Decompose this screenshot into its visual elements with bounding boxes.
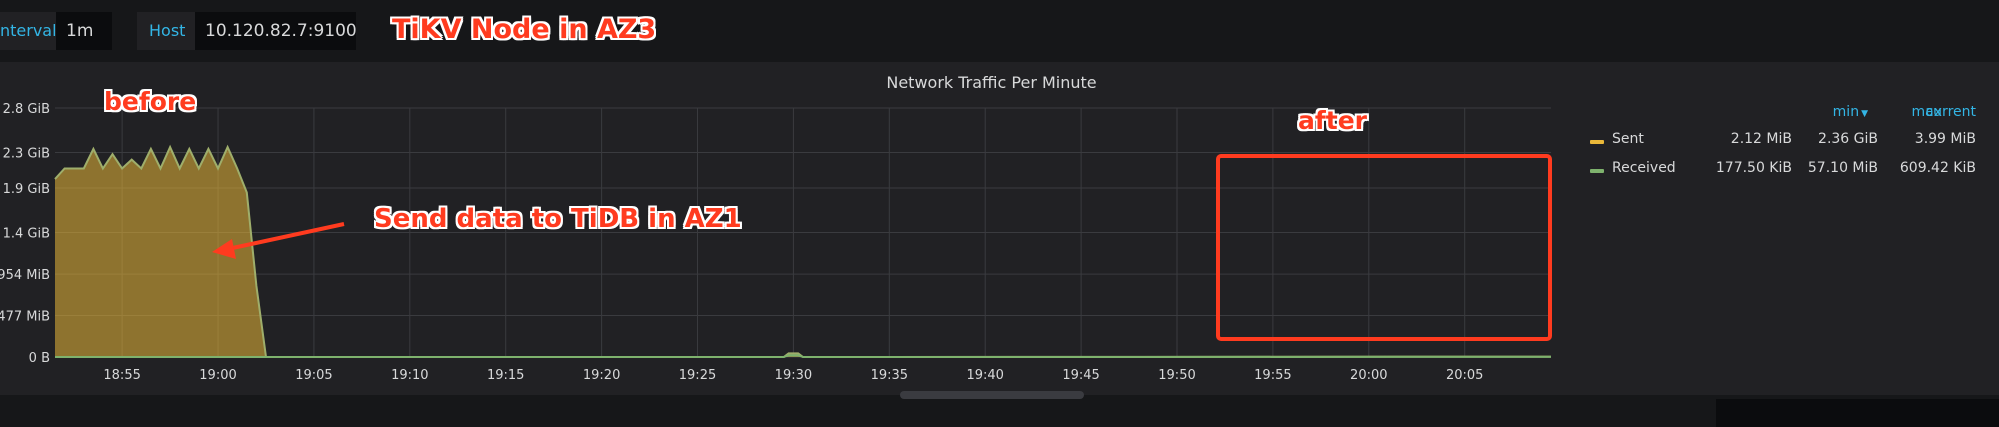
x-tick-label: 19:55 (1254, 368, 1291, 383)
interval-variable-select[interactable]: 1m▼ (56, 12, 112, 77)
y-tick-label: 954 MiB (0, 268, 50, 283)
bottom-strip (0, 399, 1999, 427)
y-tick-label: 1.9 GiB (3, 182, 50, 197)
legend-max-value: 57.10 MiB (1807, 160, 1878, 176)
x-tick-label: 19:00 (199, 368, 236, 383)
legend-row-sent[interactable]: Sent 2.12 MiB 2.36 GiB 3.99 MiB (1576, 126, 1976, 154)
annotation-send-data: Send data to TiDB in AZ1 (374, 204, 742, 234)
y-tick-label: 0 B (29, 351, 50, 366)
sent-series-area (55, 147, 1551, 357)
annotation-node-title: TiKV Node in AZ3 (392, 14, 657, 45)
legend-series-name: Sent (1612, 131, 1644, 147)
x-tick-label: 20:00 (1350, 368, 1387, 383)
x-tick-label: 19:45 (1062, 368, 1099, 383)
network-traffic-chart: 0 B 477 MiB 954 MiB 1.4 GiB 1.9 GiB 2.3 GiB 2.… (0, 102, 1552, 383)
sent-series-swatch (1590, 140, 1604, 144)
bottom-right-block (1716, 399, 1999, 427)
x-tick-label: 19:20 (583, 368, 620, 383)
legend-row-received[interactable]: Received 177.50 KiB 57.10 MiB 609.42 KiB (1576, 155, 1976, 183)
legend-header-current[interactable]: current (1866, 104, 1976, 120)
x-tick-label: 19:50 (1158, 368, 1195, 383)
y-tick-label: 477 MiB (0, 310, 50, 325)
received-series-line (55, 354, 1552, 359)
legend-max-value: 2.36 GiB (1818, 131, 1878, 147)
dashboard-toolbar: nterval 1m▼ Host 10.120.82.7:9100▼ (0, 0, 1999, 77)
y-tick-label: 2.8 GiB (3, 102, 50, 117)
host-variable-select[interactable]: 10.120.82.7:9100▼ (195, 12, 357, 77)
x-tick-label: 19:40 (966, 368, 1003, 383)
y-tick-label: 2.3 GiB (3, 146, 50, 161)
annotation-before: before (104, 87, 197, 116)
received-series-swatch (1590, 169, 1604, 173)
host-variable-value: 10.120.82.7:9100 (205, 21, 357, 41)
annotation-after: after (1298, 106, 1367, 135)
horizontal-scrollbar[interactable] (900, 391, 1084, 399)
x-tick-label: 18:55 (103, 368, 140, 383)
interval-variable-value: 1m (66, 21, 94, 41)
legend-current-value: 609.42 KiB (1899, 160, 1976, 176)
x-tick-label: 19:25 (679, 368, 716, 383)
x-tick-label: 19:35 (871, 368, 908, 383)
x-tick-label: 19:30 (775, 368, 812, 383)
x-tick-label: 19:05 (295, 368, 332, 383)
sent-series-line (54, 144, 1552, 359)
legend-current-value: 3.99 MiB (1914, 131, 1976, 147)
host-variable-label: Host (137, 12, 195, 50)
y-tick-label: 1.4 GiB (3, 227, 50, 242)
x-tick-label: 19:15 (487, 368, 524, 383)
x-tick-label: 20:05 (1446, 368, 1483, 383)
x-tick-label: 19:10 (391, 368, 428, 383)
legend-series-name: Received (1612, 160, 1676, 176)
